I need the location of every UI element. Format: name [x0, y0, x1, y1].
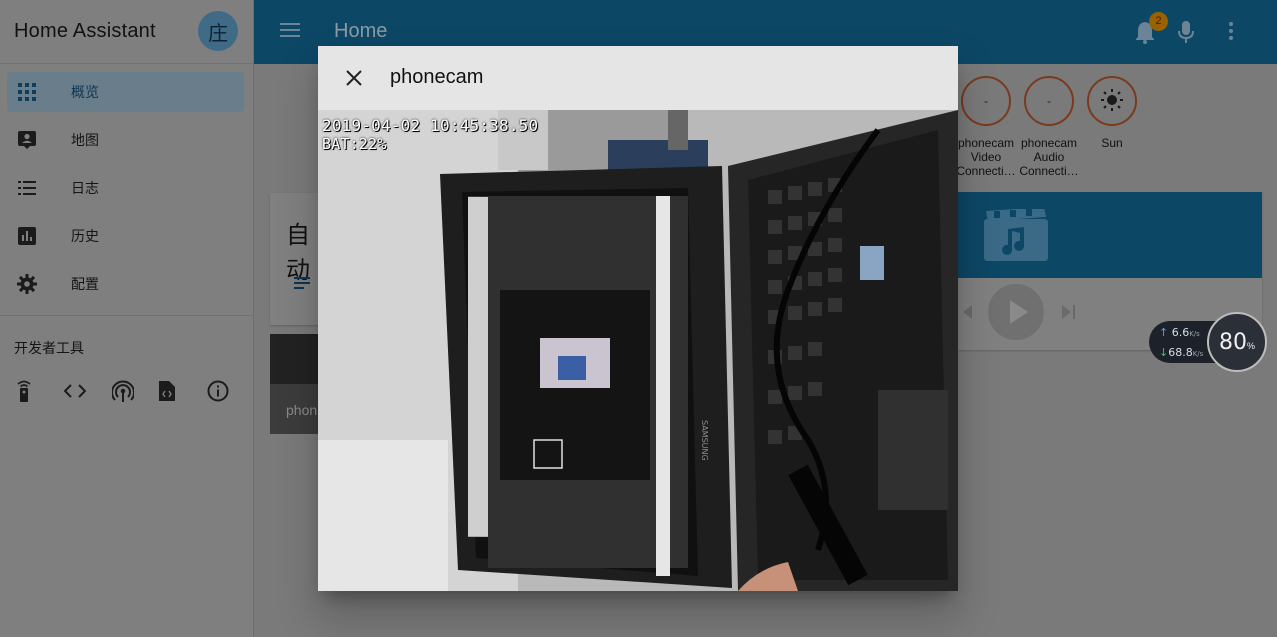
movie-icon	[984, 207, 1048, 266]
sun-badge[interactable]	[1087, 76, 1137, 126]
media-artwork	[958, 192, 1262, 278]
dev-tools-label: 开发者工具	[14, 340, 84, 356]
video-connection-badge[interactable]: -	[961, 76, 1011, 126]
badge-label: phonecam Video Connecti…	[956, 136, 1016, 178]
download-unit: K/s	[1192, 350, 1204, 358]
account-box-icon	[16, 129, 38, 151]
next-icon[interactable]	[1062, 305, 1076, 324]
notification-badge: 2	[1149, 12, 1168, 31]
camera-stream: SAMSUNG 2019-04-02 10:45:38.50 BAT:22%	[318, 110, 958, 591]
camera-frame-image: SAMSUNG	[318, 110, 958, 591]
badge-label: phonecam Audio Connecti…	[1019, 136, 1079, 178]
sidebar: Home Assistant 庄 概览 地图 日志 历史 配置 开发者工具	[0, 0, 254, 637]
memory-gauge[interactable]: 80%	[1207, 312, 1267, 372]
camera-card-name: phon	[286, 402, 318, 418]
sidebar-nav: 概览 地图 日志 历史 配置	[0, 64, 253, 308]
sidebar-item-logbook[interactable]: 日志	[0, 164, 253, 212]
app-title: Home Assistant	[14, 20, 156, 42]
playlist-icon	[294, 277, 314, 296]
upload-value: 6.6	[1171, 326, 1190, 339]
sidebar-item-label: 配置	[71, 276, 99, 292]
badge-value: -	[1047, 94, 1051, 108]
remote-icon[interactable]	[14, 376, 62, 406]
download-value: 68.8	[1168, 346, 1193, 359]
gauge-value: 80	[1218, 329, 1247, 355]
chart-icon	[16, 225, 38, 247]
upload-unit: K/s	[1189, 330, 1200, 338]
gauge-unit: %	[1246, 341, 1255, 351]
broadcast-icon[interactable]	[110, 376, 158, 406]
svg-text:SAMSUNG: SAMSUNG	[700, 420, 709, 461]
download-arrow-icon: ↓	[1159, 346, 1169, 359]
code-icon[interactable]	[62, 376, 110, 406]
dev-tools-row	[0, 376, 253, 406]
previous-icon[interactable]	[960, 305, 972, 324]
file-code-icon[interactable]	[157, 376, 205, 406]
avatar[interactable]: 庄	[198, 11, 238, 51]
camera-timestamp: 2019-04-02 10:45:38.50	[322, 116, 539, 135]
gear-icon	[16, 273, 38, 295]
sidebar-item-label: 地图	[71, 132, 99, 148]
close-icon[interactable]	[342, 66, 366, 90]
sidebar-header: Home Assistant 庄	[0, 0, 253, 64]
upload-arrow-icon: ↑	[1159, 326, 1169, 339]
sidebar-item-history[interactable]: 历史	[0, 212, 253, 260]
camera-battery: BAT:22%	[322, 135, 387, 153]
more-options-icon[interactable]	[1228, 21, 1234, 46]
sun-icon	[1100, 88, 1124, 115]
sidebar-item-config[interactable]: 配置	[0, 260, 253, 308]
info-icon[interactable]	[205, 376, 253, 406]
dialog-header: phonecam	[318, 46, 958, 110]
sidebar-item-label: 历史	[71, 228, 99, 244]
sidebar-item-overview[interactable]: 概览	[7, 72, 244, 112]
list-icon	[16, 177, 38, 199]
sidebar-item-label: 概览	[71, 84, 99, 100]
camera-dialog: phonecam SAMSUNG 2019-04-02 10:45:38.50 …	[318, 46, 958, 591]
badge-label: Sun	[1101, 136, 1123, 150]
play-button[interactable]	[988, 284, 1044, 345]
badge-value: -	[984, 94, 988, 108]
sidebar-item-map[interactable]: 地图	[0, 116, 253, 164]
dialog-title: phonecam	[390, 66, 484, 88]
sidebar-item-label: 日志	[71, 180, 99, 196]
menu-icon[interactable]	[280, 22, 300, 43]
page-title: Home	[334, 20, 388, 42]
audio-connection-badge[interactable]: -	[1024, 76, 1074, 126]
grid-icon	[16, 81, 38, 103]
upload-speed: ↑ 6.6K/s	[1159, 326, 1200, 339]
download-speed: ↓68.8K/s	[1159, 346, 1203, 359]
microphone-icon[interactable]	[1178, 20, 1194, 49]
